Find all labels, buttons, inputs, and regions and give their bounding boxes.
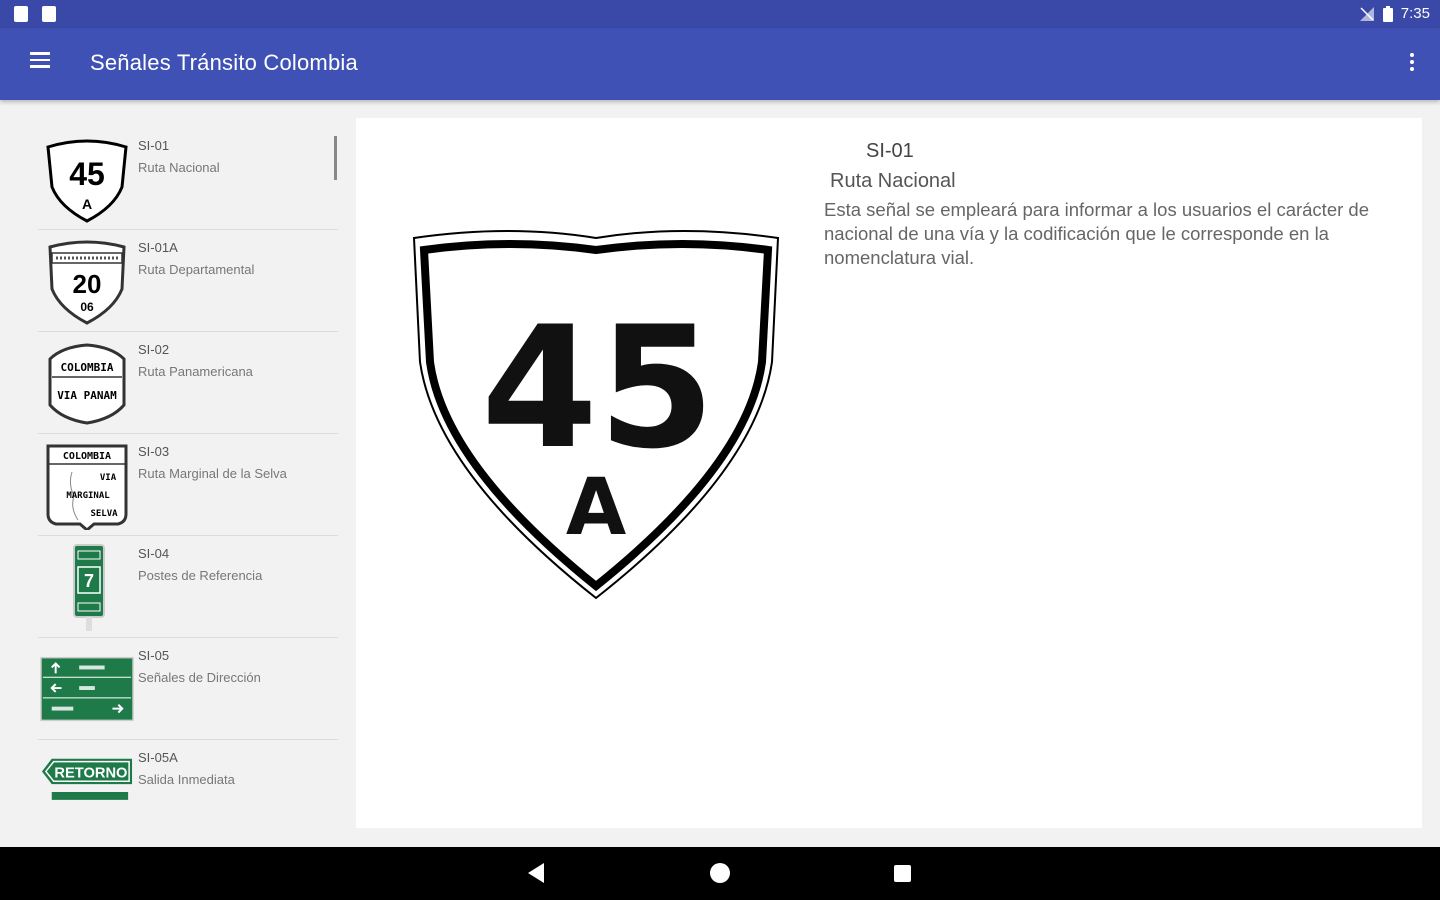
detail-card: 45 A SI-01 Ruta Nacional Esta señal se e… [356, 118, 1422, 828]
hamburger-icon [30, 52, 50, 55]
notification-icon [42, 6, 56, 22]
svg-text:VIA: VIA [100, 473, 117, 483]
status-notification-icons [14, 6, 56, 22]
list-item[interactable]: COLOMBIA VIA MARGINAL SELVA SI-03 Ruta M… [38, 434, 338, 536]
list-item[interactable]: RETORNO SI-05A Salida Inmediata [38, 740, 338, 810]
item-name: Ruta Departamental [138, 262, 255, 277]
svg-text:A: A [566, 463, 626, 553]
home-icon[interactable] [710, 863, 730, 883]
panamerican-route-icon: COLOMBIA VIA PANAM [40, 340, 134, 428]
item-code: SI-05 [138, 648, 170, 663]
list-scrollbar[interactable] [334, 136, 337, 180]
svg-text:45: 45 [481, 290, 715, 486]
item-code: SI-02 [138, 342, 170, 357]
navigation-bar [0, 847, 1440, 900]
item-code: SI-03 [138, 444, 170, 459]
sd-card-icon [14, 6, 28, 22]
shield-45-a-icon: 45 A [40, 136, 134, 224]
app-bar: Señales Tránsito Colombia [0, 28, 1440, 100]
direction-signs-icon [40, 646, 134, 734]
menu-button[interactable] [24, 48, 58, 80]
svg-text:COLOMBIA: COLOMBIA [63, 451, 111, 462]
item-code: SI-05A [138, 750, 178, 765]
item-name: Señales de Dirección [138, 670, 261, 685]
shield-department-route-icon: 20 06 [40, 238, 134, 326]
list-item[interactable]: SI-05 Señales de Dirección [38, 638, 338, 740]
list-item[interactable]: 20 06 SI-01A Ruta Departamental [38, 230, 338, 332]
svg-text:VIA PANAM: VIA PANAM [57, 389, 117, 402]
list-item[interactable]: 45 A SI-01 Ruta Nacional [38, 128, 338, 230]
detail-code: SI-01 [866, 140, 914, 162]
list-item[interactable]: 7 SI-04 Postes de Referencia [38, 536, 338, 638]
item-code: SI-01 [138, 138, 170, 153]
battery-icon [1382, 5, 1393, 22]
svg-text:45: 45 [69, 156, 105, 192]
overflow-menu-button[interactable] [1406, 50, 1418, 80]
item-name: Salida Inmediata [138, 772, 235, 787]
recents-icon[interactable] [894, 865, 911, 882]
svg-text:MARGINAL: MARGINAL [66, 491, 110, 501]
detail-name: Ruta Nacional [830, 170, 956, 192]
signal-list[interactable]: 45 A SI-01 Ruta Nacional 20 06 SI-01A Ru… [38, 128, 338, 810]
return-exit-icon: RETORNO [40, 748, 134, 810]
svg-text:20: 20 [73, 269, 102, 299]
more-vert-icon [1410, 53, 1414, 57]
svg-text:7: 7 [84, 571, 94, 591]
item-name: Ruta Panamericana [138, 364, 253, 379]
shield-45-a-icon: 45 A [410, 228, 782, 610]
item-code: SI-04 [138, 546, 170, 561]
reference-post-icon: 7 [40, 544, 134, 632]
clock: 7:35 [1400, 5, 1430, 22]
app-title: Señales Tránsito Colombia [90, 50, 358, 75]
signal-icon [1359, 6, 1374, 21]
status-right: 7:35 [1359, 5, 1430, 22]
item-code: SI-01A [138, 240, 178, 255]
back-icon[interactable] [528, 863, 544, 883]
item-name: Ruta Marginal de la Selva [138, 466, 287, 481]
svg-text:A: A [82, 196, 92, 212]
list-item[interactable]: COLOMBIA VIA PANAM SI-02 Ruta Panamerica… [38, 332, 338, 434]
svg-text:SELVA: SELVA [90, 509, 118, 519]
item-name: Postes de Referencia [138, 568, 263, 583]
svg-text:06: 06 [80, 300, 94, 314]
detail-description: Esta señal se empleará para informar a l… [824, 199, 1369, 268]
status-bar: 7:35 [0, 0, 1440, 28]
item-name: Ruta Nacional [138, 160, 220, 175]
svg-text:COLOMBIA: COLOMBIA [61, 361, 114, 374]
jungle-marginal-route-icon: COLOMBIA VIA MARGINAL SELVA [40, 442, 134, 530]
svg-text:RETORNO: RETORNO [54, 765, 127, 781]
